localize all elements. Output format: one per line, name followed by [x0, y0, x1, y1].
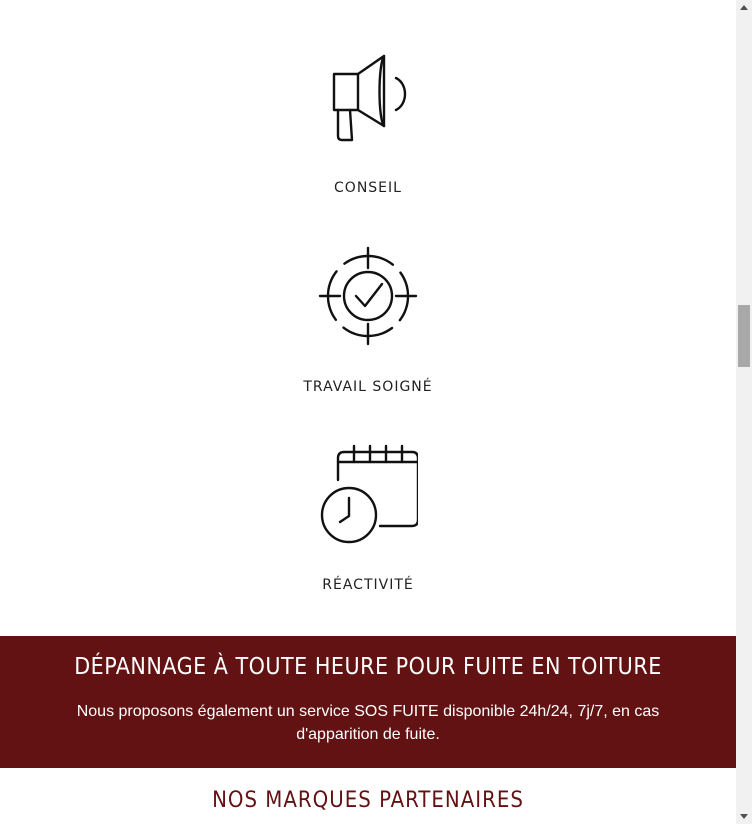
feature-travail-soigne: TRAVAIL SOIGNÉ: [0, 246, 736, 395]
arrow-up-icon: [740, 5, 748, 10]
calendar-clock-icon: [320, 444, 418, 544]
vertical-scrollbar[interactable]: [736, 0, 752, 824]
page: CONSEIL TRAVAIL SOIGNÉ RÉACTIVITÉ DÉPANN…: [0, 0, 736, 824]
scroll-thumb[interactable]: [738, 305, 750, 367]
scroll-up-button[interactable]: [736, 0, 752, 16]
megaphone-icon: [332, 54, 407, 142]
feature-reactivite: RÉACTIVITÉ: [0, 444, 736, 593]
scroll-down-button[interactable]: [736, 808, 752, 824]
feature-label-reactivite: RÉACTIVITÉ: [322, 577, 414, 593]
target-check-icon: [318, 246, 418, 346]
banner-text: Nous proposons également un service SOS …: [76, 703, 660, 743]
arrow-down-icon: [740, 814, 748, 819]
banner-title: DÉPANNAGE À TOUTE HEURE POUR FUITE EN TO…: [74, 654, 662, 680]
feature-conseil: CONSEIL: [0, 52, 736, 196]
partners-title: NOS MARQUES PARTENAIRES: [212, 788, 524, 813]
feature-label-travail-soigne: TRAVAIL SOIGNÉ: [303, 379, 433, 395]
emergency-banner: DÉPANNAGE À TOUTE HEURE POUR FUITE EN TO…: [0, 636, 736, 768]
feature-label-conseil: CONSEIL: [334, 180, 402, 196]
